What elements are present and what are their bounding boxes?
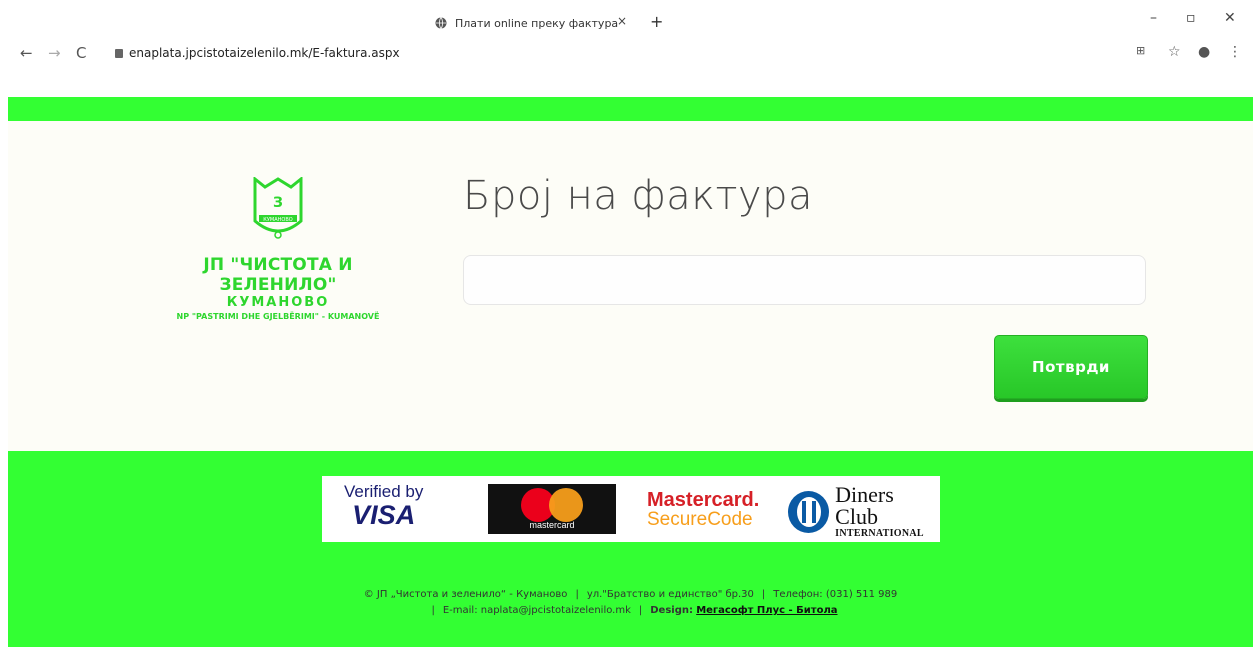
- mastercard-text: mastercard: [529, 520, 575, 530]
- page-title: Број на фактура: [463, 173, 813, 219]
- payment-cards-banner: Verified by VISA mastercard Mastercard. …: [322, 476, 940, 542]
- menu-icon[interactable]: ⋮: [1228, 44, 1242, 60]
- footer-line1: © ЈП „Чистота и зеленило“ - Куманово | ул.…: [363, 589, 898, 600]
- footer-design-label: Design:: [650, 605, 693, 616]
- visa-line2: VISA: [352, 500, 416, 530]
- mastercard-securecode-logo: Mastercard. SecureCode: [647, 490, 759, 530]
- diners-icon: [788, 490, 830, 533]
- main-content: З КУМАНОВО ЈП "ЧИСТОТА И ЗЕЛЕНИЛО" КУМАН…: [8, 121, 1253, 451]
- browser-tab[interactable]: Плати online преку фактура ×: [425, 10, 635, 36]
- emblem-icon: З КУМАНОВО: [253, 175, 303, 239]
- verified-by-visa-logo: Verified by VISA: [344, 482, 424, 530]
- restore-icon[interactable]: ▫: [1186, 10, 1196, 26]
- address-bar[interactable]: enaplata.jpcistotaizelenilo.mk/E-faktura…: [115, 46, 400, 60]
- logo-albanian-name: NP "PASTRIMI DHE GJELBËRIMI" - KUMANOVË: [176, 312, 380, 321]
- footer-email: E-mail: naplata@jpcistotaizelenilo.mk: [442, 605, 631, 616]
- back-icon[interactable]: ←: [20, 44, 33, 62]
- logo-name: ЈП "ЧИСТОТА И ЗЕЛЕНИЛО": [203, 255, 353, 295]
- footer-phone: Телефон: (031) 511 989: [773, 589, 898, 600]
- minimize-icon[interactable]: –: [1150, 10, 1157, 26]
- diners-line2: INTERNATIONAL: [835, 528, 924, 539]
- submit-button[interactable]: Потврди: [994, 335, 1148, 399]
- close-window-icon[interactable]: ✕: [1224, 10, 1236, 26]
- top-green-band: [8, 97, 1253, 121]
- page: З КУМАНОВО ЈП "ЧИСТОТА И ЗЕЛЕНИЛО" КУМАН…: [8, 70, 1253, 647]
- diners-club-logo: Diners Club INTERNATIONAL: [788, 484, 940, 539]
- close-tab-icon[interactable]: ×: [617, 14, 627, 28]
- star-icon[interactable]: ☆: [1168, 44, 1181, 60]
- reload-icon[interactable]: C: [76, 44, 86, 62]
- forward-icon[interactable]: →: [48, 44, 61, 62]
- logo-city: КУМАНОВО: [226, 295, 330, 310]
- new-tab-icon[interactable]: +: [650, 12, 663, 31]
- lock-icon: [115, 48, 123, 58]
- designer-link[interactable]: Мегасофт Плус - Битола: [696, 605, 837, 616]
- mcsc-line1: Mastercard.: [647, 489, 760, 511]
- visa-line1: Verified by: [344, 482, 424, 501]
- profile-icon[interactable]: ●: [1198, 44, 1210, 60]
- globe-icon: [435, 17, 447, 29]
- footer-line2: | E-mail: naplata@jpcistotaizelenilo.mk | D…: [431, 605, 838, 616]
- browser-tabstrip: Плати online преку фактура × + – ▫ ✕: [0, 0, 1253, 36]
- emblem-label: КУМАНОВО: [263, 217, 292, 223]
- mastercard-logo: mastercard: [488, 484, 616, 534]
- translate-icon[interactable]: ⊞: [1136, 44, 1145, 57]
- mcsc-line2: SecureCode: [647, 509, 753, 530]
- svg-text:З: З: [273, 195, 283, 211]
- footer-band: Verified by VISA mastercard Mastercard. …: [8, 451, 1253, 647]
- diners-line1: Diners Club: [835, 482, 894, 529]
- company-logo: З КУМАНОВО ЈП "ЧИСТОТА И ЗЕЛЕНИЛО" КУМАН…: [163, 175, 393, 321]
- footer-copyright: © ЈП „Чистота и зеленило“ - Куманово: [363, 589, 568, 600]
- mastercard-yellow-circle: [549, 488, 583, 522]
- invoice-number-input[interactable]: [463, 255, 1146, 305]
- footer-address: ул."Братство и единство" бр.30: [586, 589, 754, 600]
- url-text: enaplata.jpcistotaizelenilo.mk/E-faktura…: [129, 46, 400, 60]
- tab-title: Плати online преку фактура: [455, 16, 619, 30]
